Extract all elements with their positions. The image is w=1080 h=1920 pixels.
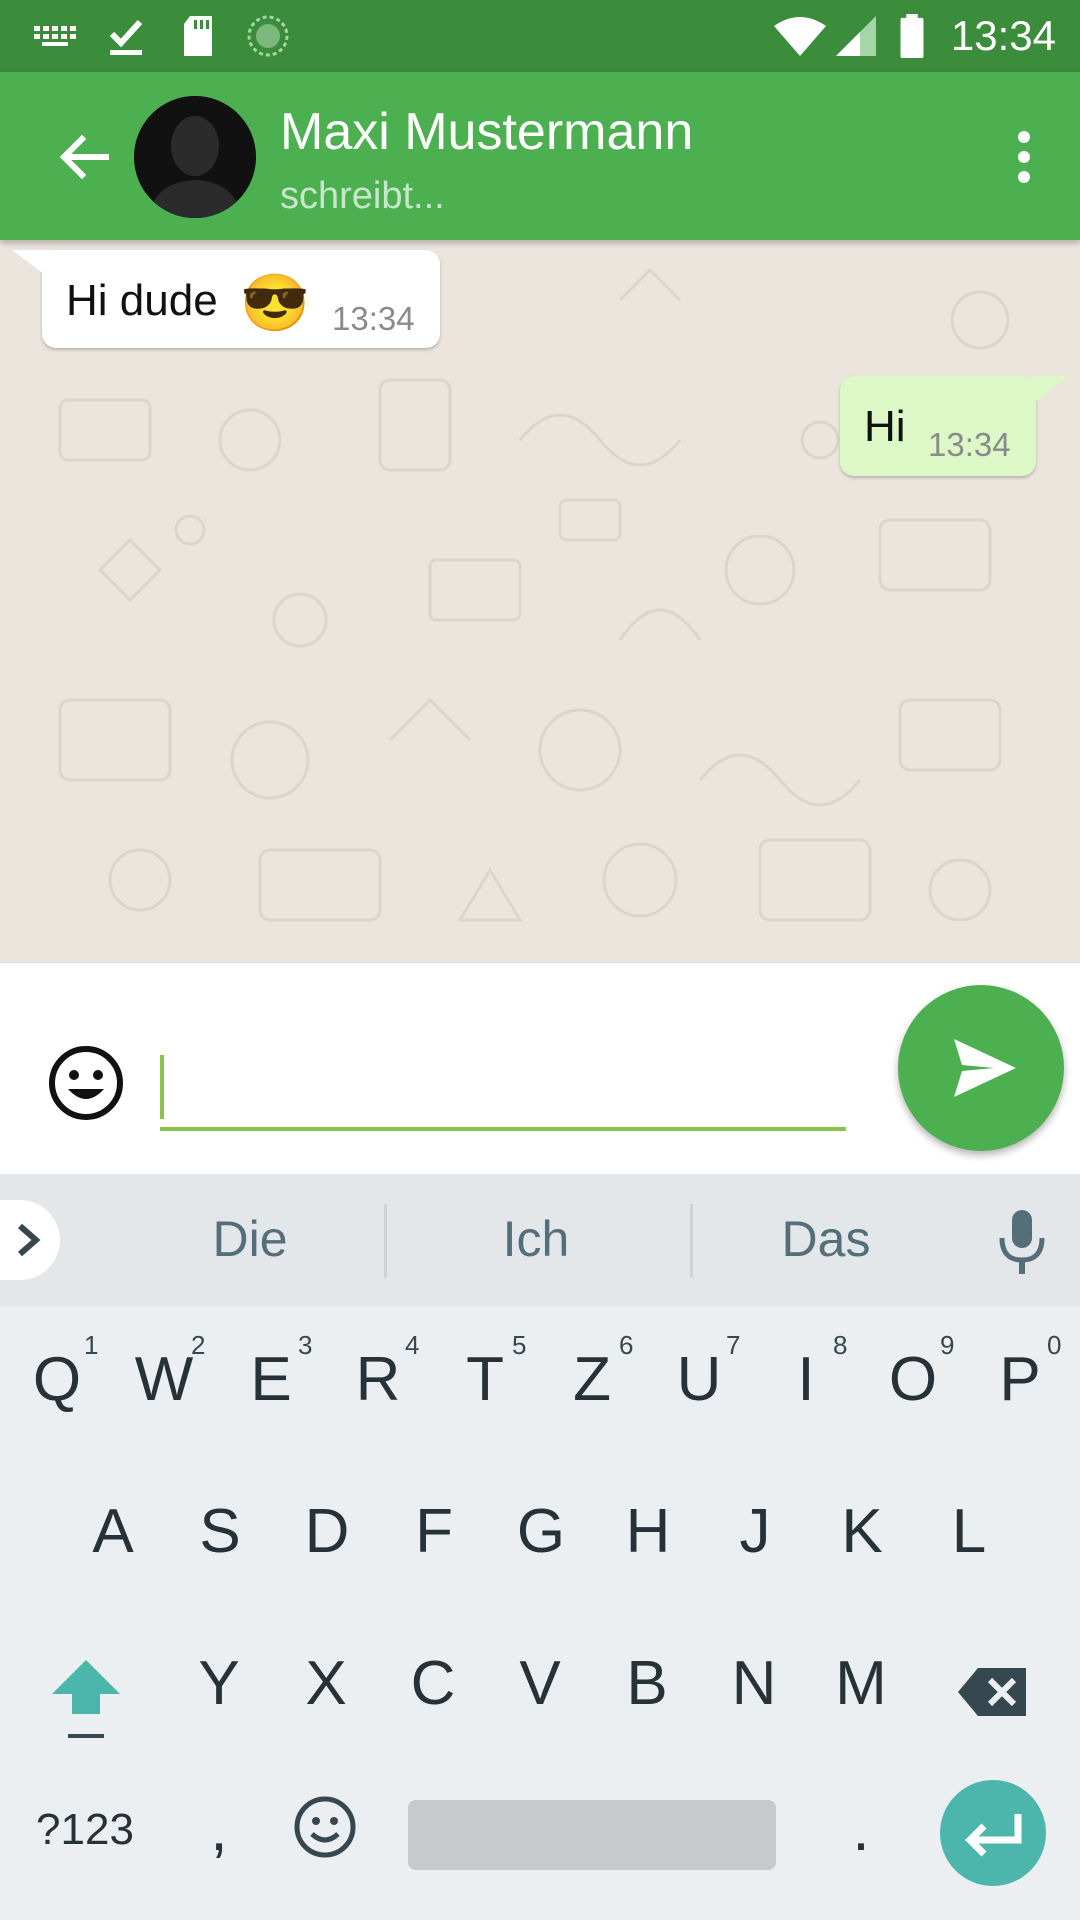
status-bar: 13:34 [0, 0, 1080, 72]
text-caret [160, 1055, 164, 1119]
key-hint-8: 8 [833, 1330, 848, 1360]
suggestion-die[interactable]: Die [150, 1210, 350, 1268]
key-hint-3: 3 [298, 1330, 313, 1360]
keyboard-icon [34, 26, 76, 46]
emoji-key-icon[interactable] [292, 1794, 358, 1860]
send-button[interactable] [898, 985, 1064, 1151]
suggestion-divider [690, 1204, 693, 1278]
key-y[interactable]: Y [166, 1614, 272, 1754]
key-h[interactable]: H [595, 1462, 701, 1602]
key-d[interactable]: D [274, 1462, 380, 1602]
message-composer [0, 962, 1080, 1175]
more-options-icon[interactable] [1004, 122, 1044, 192]
message-time: 13:34 [928, 426, 1011, 463]
sd-card-icon [184, 16, 212, 56]
key-hint-5: 5 [512, 1330, 527, 1360]
key-k[interactable]: K [809, 1462, 915, 1602]
suggestion-divider [384, 1204, 387, 1278]
key-s[interactable]: S [167, 1462, 273, 1602]
suggestion-strip: Die Ich Das [0, 1174, 1080, 1306]
suggestion-ich[interactable]: Ich [436, 1210, 636, 1268]
send-icon [954, 1039, 1016, 1097]
key-v[interactable]: V [487, 1614, 593, 1754]
microphone-icon[interactable] [994, 1206, 1050, 1278]
contact-status: schreibt... [280, 175, 445, 217]
key-hint-2: 2 [191, 1330, 206, 1360]
wifi-icon [774, 17, 826, 56]
comma-key[interactable]: , [166, 1760, 272, 1900]
back-arrow-icon[interactable] [50, 122, 120, 192]
key-hint-1: 1 [84, 1330, 99, 1360]
key-l[interactable]: L [916, 1462, 1022, 1602]
key-x[interactable]: X [273, 1614, 379, 1754]
key-hint-6: 6 [619, 1330, 634, 1360]
chevron-right-icon [18, 1223, 41, 1257]
battery-icon [900, 14, 924, 58]
key-n[interactable]: N [701, 1614, 807, 1754]
key-m[interactable]: M [808, 1614, 914, 1754]
message-bubble-incoming[interactable]: Hi dude 😎 13:34 [12, 250, 440, 348]
key-a[interactable]: A [60, 1462, 166, 1602]
contact-name[interactable]: Maxi Mustermann [280, 102, 693, 162]
signal-icon [836, 16, 876, 56]
message-text: Hi [864, 402, 906, 451]
bubble-tail [12, 250, 52, 280]
key-hint-0: 0 [1047, 1330, 1062, 1360]
enter-key[interactable] [940, 1780, 1046, 1886]
suggestion-expand-button[interactable] [0, 1200, 60, 1280]
chat-area[interactable]: Hi dude 😎 13:34 Hi 13:34 [0, 240, 1080, 962]
message-bubble-outgoing[interactable]: Hi 13:34 [840, 376, 1070, 476]
backspace-icon[interactable] [956, 1654, 1032, 1730]
chat-wallpaper-pattern [58, 267, 1010, 922]
chat-header: Maxi Mustermann schreibt... [0, 72, 1080, 240]
key-hint-7: 7 [726, 1330, 741, 1360]
download-done-icon [109, 19, 143, 55]
period-key[interactable]: . [808, 1760, 914, 1900]
emoji-icon[interactable] [46, 1043, 126, 1123]
key-c[interactable]: C [380, 1614, 486, 1754]
sunglasses-emoji: 😎 [240, 271, 310, 334]
message-text: Hi dude [66, 276, 218, 325]
message-time: 13:34 [332, 300, 415, 337]
key-j[interactable]: J [702, 1462, 808, 1602]
key-hint-9: 9 [940, 1330, 955, 1360]
shift-icon[interactable] [46, 1650, 126, 1750]
suggestion-das[interactable]: Das [726, 1210, 926, 1268]
key-g[interactable]: G [488, 1462, 594, 1602]
contact-avatar[interactable] [134, 96, 256, 218]
enter-icon [965, 1814, 1022, 1857]
default-avatar-icon [134, 96, 256, 218]
status-time: 13:34 [950, 12, 1056, 59]
space-key[interactable] [408, 1800, 776, 1870]
key-f[interactable]: F [381, 1462, 487, 1602]
sync-icon [247, 15, 289, 57]
symbols-key[interactable]: ?123 [30, 1760, 140, 1900]
bubble-tail [1030, 376, 1070, 406]
key-b[interactable]: B [594, 1614, 700, 1754]
key-hint-4: 4 [405, 1330, 420, 1360]
soft-keyboard: Die Ich Das Q1W2E3R4T5Z6U7I8O9P0 ASDFGHJ… [0, 1174, 1080, 1920]
message-input[interactable] [160, 1043, 846, 1131]
